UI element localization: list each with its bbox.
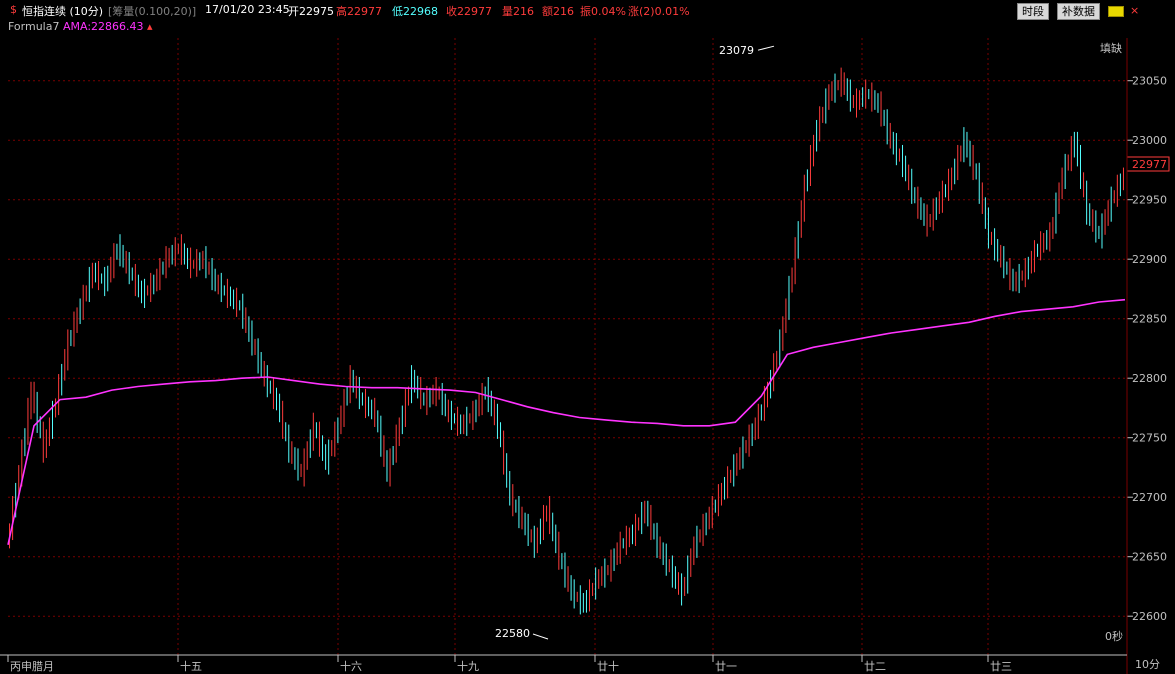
y-tick-label: 22800 — [1132, 372, 1167, 385]
y-tick-label: 22900 — [1132, 253, 1167, 266]
x-tick-label: 十五 — [180, 659, 202, 673]
x-tick-label: 廿二 — [864, 660, 886, 673]
formula-name: Formula7 — [8, 20, 60, 33]
max-leader — [757, 45, 775, 51]
kline-chart[interactable]: 22600 22650 22700 22750 22800 22850 22900 22950… — [0, 0, 1175, 674]
grid-lines — [8, 38, 1127, 655]
y-tick-label: 22650 — [1132, 551, 1167, 564]
max-label: 23079 — [719, 44, 754, 57]
period-label: 10分 — [1135, 658, 1160, 671]
info-bar: $ 恒指连续 (10分) [筹量(0.100,20)] 17/01/20 23:… — [0, 0, 1175, 20]
formula-line: Formula7 AMA:22866.43 ▴ — [8, 20, 153, 33]
x-tick-label: 廿十 — [597, 659, 619, 673]
dollar-icon: $ — [10, 3, 17, 16]
high-value: 高22977 — [336, 5, 382, 18]
price-series — [9, 67, 1124, 615]
volume-value: 量216 — [502, 5, 534, 18]
amplitude-value: 振0.04% — [580, 5, 626, 18]
x-tick-label: 丙申腊月 — [10, 660, 54, 673]
x-tick-label: 廿一 — [715, 660, 737, 673]
min-leader — [532, 633, 549, 640]
ama-value: AMA:22866.43 — [62, 20, 144, 33]
last-price-label: 22977 — [1132, 158, 1167, 171]
close-value: 收22977 — [446, 5, 492, 18]
close-button[interactable]: × — [1126, 3, 1144, 18]
x-tick-label: 十六 — [340, 659, 362, 673]
open-value: 开22975 — [288, 5, 334, 18]
low-value: 低22968 — [392, 5, 438, 18]
datetime: 17/01/20 23:45 — [205, 3, 290, 16]
study-label: [筹量(0.100,20)] — [108, 5, 197, 18]
x-tick-label: 廿三 — [990, 660, 1012, 673]
fill-gap-label: 填缺 — [1100, 41, 1122, 55]
y-tick-label: 23000 — [1132, 134, 1167, 147]
ama-line — [7, 298, 1126, 545]
y-tick-label: 22750 — [1132, 432, 1167, 445]
marker-icon: ▴ — [147, 20, 153, 33]
yellow-box-icon[interactable] — [1108, 6, 1124, 17]
y-tick-label: 22700 — [1132, 491, 1167, 504]
y-tick-label: 22600 — [1132, 610, 1167, 623]
y-tick-label: 22950 — [1132, 194, 1167, 207]
supplement-data-button[interactable]: 补数据 — [1057, 3, 1100, 20]
x-axis-ticks: 丙申腊月 十五 十六 十九 廿十 廿一 廿二 廿三 — [7, 655, 1012, 673]
x-tick-label: 十九 — [457, 659, 479, 673]
instrument-title: 恒指连续 (10分) — [22, 5, 104, 18]
y-tick-label: 22850 — [1132, 313, 1167, 326]
min-label: 22580 — [495, 627, 530, 640]
change-value: 涨(2)0.01% — [628, 5, 690, 18]
amount-value: 额216 — [542, 5, 574, 18]
period-button[interactable]: 时段 — [1017, 3, 1049, 20]
y-tick-label: 23050 — [1132, 75, 1167, 88]
seconds-label: 0秒 — [1105, 629, 1123, 643]
